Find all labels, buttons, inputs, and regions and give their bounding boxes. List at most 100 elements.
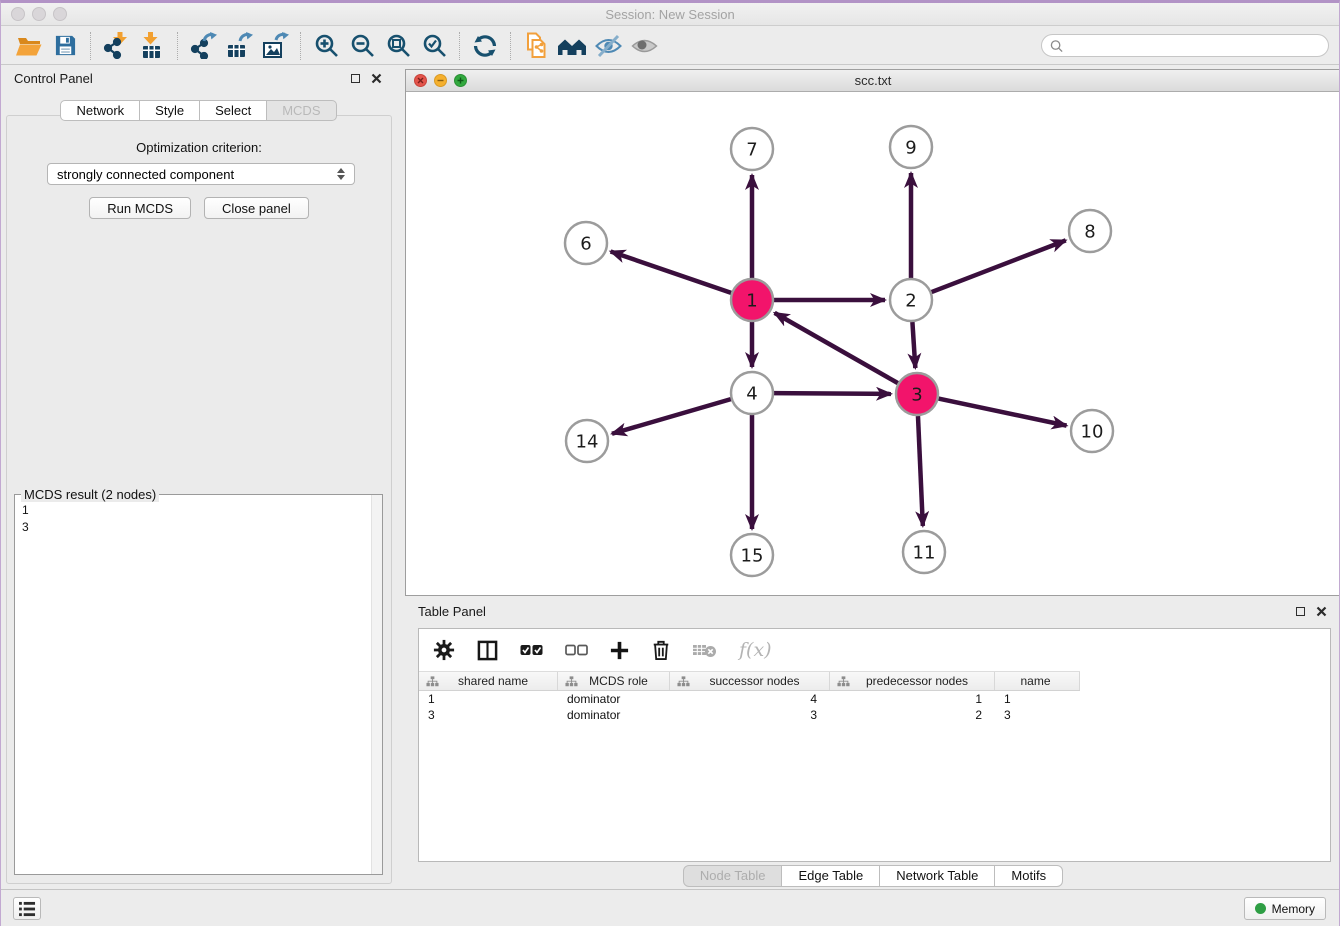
- graph-edge-1-6[interactable]: [611, 251, 732, 292]
- export-table-button[interactable]: [221, 30, 257, 62]
- column-header-predecessor-nodes[interactable]: predecessor nodes: [830, 672, 995, 690]
- network-minimize-button[interactable]: [434, 74, 447, 87]
- result-scrollbar[interactable]: [371, 495, 382, 874]
- column-header-successor-nodes[interactable]: successor nodes: [670, 672, 830, 690]
- cell-shared-name[interactable]: 3: [419, 707, 558, 723]
- memory-button[interactable]: Memory: [1244, 897, 1326, 920]
- close-icon: [371, 73, 382, 84]
- new-network-from-selection-button[interactable]: [518, 30, 554, 62]
- cell-shared-name[interactable]: 1: [419, 691, 558, 707]
- tab-motifs[interactable]: Motifs: [995, 865, 1063, 887]
- column-header-name[interactable]: name: [995, 672, 1080, 690]
- tree-icon: [837, 676, 850, 687]
- deselect-all-button[interactable]: [565, 642, 588, 658]
- delete-selected-button[interactable]: [651, 639, 671, 661]
- tab-network-table[interactable]: Network Table: [880, 865, 995, 887]
- tab-network[interactable]: Network: [60, 100, 140, 121]
- column-header-mcds-role[interactable]: MCDS role: [558, 672, 670, 690]
- float-icon: [1296, 607, 1305, 616]
- graph-node-label-2: 2: [905, 290, 916, 311]
- close-window-button[interactable]: [11, 7, 25, 21]
- task-history-button[interactable]: [13, 897, 41, 920]
- split-view-button[interactable]: [477, 640, 498, 661]
- tab-mcds[interactable]: MCDS: [267, 100, 336, 121]
- graph-node-label-9: 9: [905, 137, 916, 158]
- graph-edge-2-8[interactable]: [932, 240, 1066, 292]
- table-tabs: Node Table Edge Table Network Table Moti…: [405, 865, 1340, 888]
- graph-edge-4-14[interactable]: [612, 399, 731, 434]
- cell-name[interactable]: 3: [995, 707, 1080, 723]
- delete-column-icon: [693, 643, 717, 658]
- table-row[interactable]: 1 dominator 4 1 1: [419, 691, 1330, 707]
- graph-edge-2-3[interactable]: [912, 322, 915, 368]
- network-canvas[interactable]: 7968124314101511: [406, 92, 1340, 595]
- save-session-button[interactable]: [47, 30, 83, 62]
- export-image-icon: [262, 32, 289, 59]
- run-mcds-button[interactable]: Run MCDS: [89, 197, 191, 219]
- close-icon: [1316, 606, 1327, 617]
- cell-successor-nodes[interactable]: 3: [670, 707, 830, 723]
- close-panel-button[interactable]: [369, 71, 383, 85]
- open-session-button[interactable]: [11, 30, 47, 62]
- mcds-result-title: MCDS result (2 nodes): [21, 487, 159, 502]
- cell-mcds-role[interactable]: dominator: [558, 707, 670, 723]
- hide-selected-button[interactable]: [590, 30, 626, 62]
- zoom-fit-button[interactable]: [380, 30, 416, 62]
- graph-edge-3-11[interactable]: [918, 416, 923, 526]
- cell-predecessor-nodes[interactable]: 2: [830, 707, 995, 723]
- apply-layout-button[interactable]: [467, 30, 503, 62]
- float-table-panel-button[interactable]: [1293, 604, 1307, 618]
- tab-select[interactable]: Select: [200, 100, 267, 121]
- graph-edge-4-3[interactable]: [774, 393, 891, 394]
- first-neighbors-button[interactable]: [554, 30, 590, 62]
- table-panel-title: Table Panel: [418, 604, 486, 619]
- add-column-button[interactable]: [610, 641, 629, 660]
- tree-icon: [426, 676, 439, 687]
- graph-edge-3-1[interactable]: [775, 313, 898, 383]
- minimize-window-button[interactable]: [32, 7, 46, 21]
- zoom-selected-button[interactable]: [416, 30, 452, 62]
- graph-node-label-3: 3: [911, 384, 922, 405]
- mcds-result-line: 3: [22, 519, 375, 536]
- close-panel-button-secondary[interactable]: Close panel: [204, 197, 309, 219]
- split-pane-icon: [477, 640, 498, 661]
- control-panel: Control Panel Network Style Select MCDS …: [1, 65, 396, 893]
- table-settings-button[interactable]: [433, 639, 455, 661]
- network-window-titlebar[interactable]: scc.txt: [406, 70, 1340, 92]
- window-title: Session: New Session: [1, 3, 1339, 26]
- criterion-select[interactable]: strongly connected component: [47, 163, 355, 185]
- save-icon: [54, 34, 77, 57]
- memory-status-dot: [1255, 903, 1266, 914]
- tab-node-table[interactable]: Node Table: [683, 865, 783, 887]
- export-image-button[interactable]: [257, 30, 293, 62]
- import-network-button[interactable]: [98, 30, 134, 62]
- tab-style[interactable]: Style: [140, 100, 200, 121]
- select-all-button[interactable]: [520, 642, 543, 658]
- zoom-in-button[interactable]: [308, 30, 344, 62]
- cell-successor-nodes[interactable]: 4: [670, 691, 830, 707]
- cell-mcds-role[interactable]: dominator: [558, 691, 670, 707]
- graph-node-label-7: 7: [746, 139, 757, 160]
- search-input[interactable]: [1068, 39, 1320, 53]
- network-close-button[interactable]: [414, 74, 427, 87]
- graph-node-label-6: 6: [580, 233, 591, 254]
- column-header-shared-name[interactable]: shared name: [419, 672, 558, 690]
- search-box[interactable]: [1041, 34, 1329, 57]
- cell-predecessor-nodes[interactable]: 1: [830, 691, 995, 707]
- network-zoom-button[interactable]: [454, 74, 467, 87]
- close-table-panel-button[interactable]: [1314, 604, 1328, 618]
- cell-name[interactable]: 1: [995, 691, 1080, 707]
- export-network-button[interactable]: [185, 30, 221, 62]
- import-table-button[interactable]: [134, 30, 170, 62]
- zoom-window-button[interactable]: [53, 7, 67, 21]
- zoom-selected-icon: [422, 33, 447, 58]
- show-all-button[interactable]: [626, 30, 662, 62]
- zoom-out-button[interactable]: [344, 30, 380, 62]
- table-row[interactable]: 3 dominator 3 2 3: [419, 707, 1330, 723]
- open-folder-icon: [16, 34, 42, 58]
- tab-edge-table[interactable]: Edge Table: [782, 865, 880, 887]
- graph-node-label-11: 11: [913, 542, 936, 563]
- graph-edge-3-10[interactable]: [939, 399, 1067, 426]
- float-panel-button[interactable]: [348, 71, 362, 85]
- delete-column-button-disabled: [693, 643, 717, 658]
